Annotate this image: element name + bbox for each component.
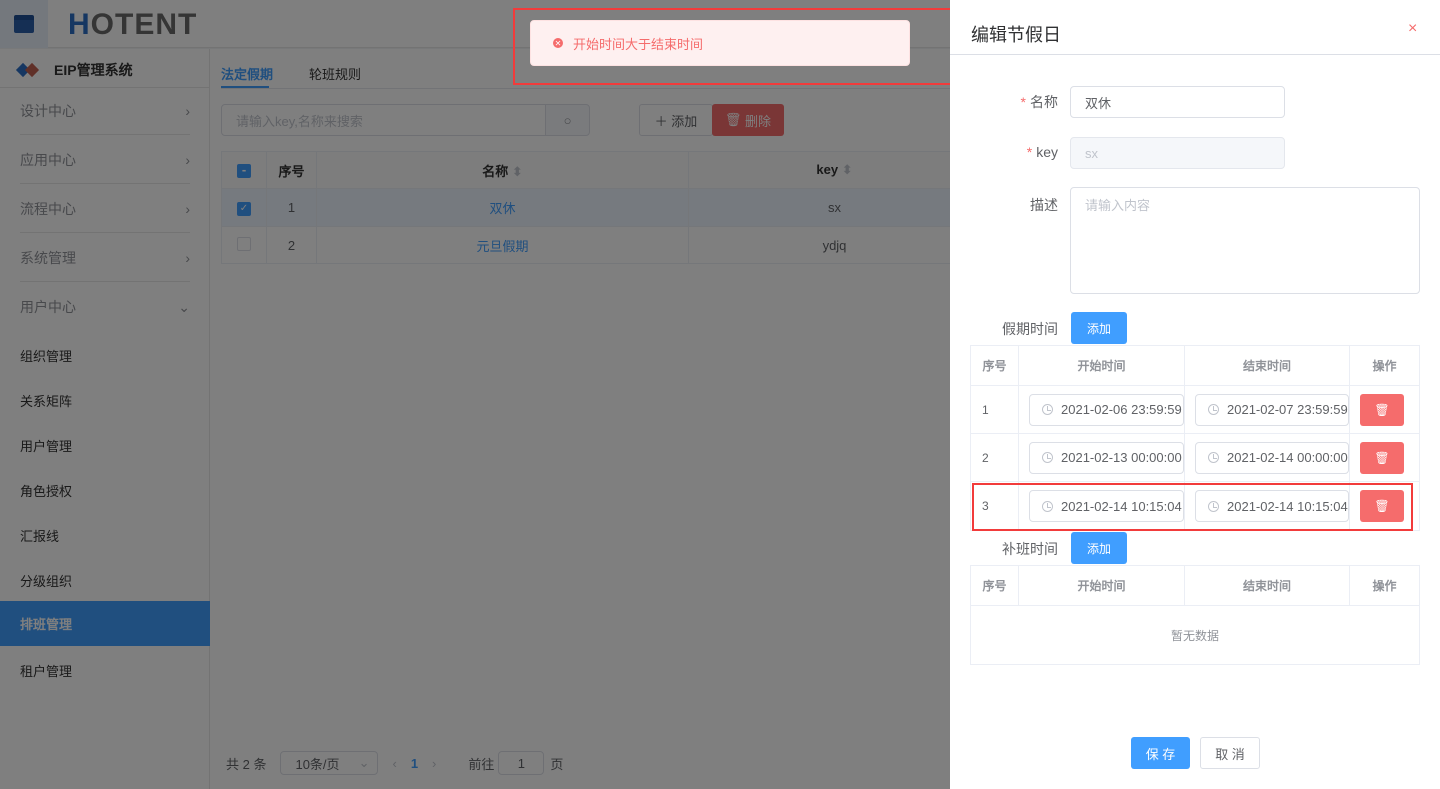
empty-text: 暂无数据 [970,605,1420,665]
workday-time-table: 序号 开始时间 结束时间 操作 暂无数据 [970,565,1420,665]
clock-icon [1042,452,1053,463]
workday-time-label: 补班时间 [1002,541,1058,557]
save-button[interactable]: 保 存 [1131,737,1190,769]
delete-row-button[interactable]: 🗑 [1360,441,1404,474]
end-time-picker[interactable]: 2021-02-07 23:59:59 [1195,393,1349,426]
clock-icon [1042,404,1053,415]
desc-textarea[interactable]: 请输入内容 [1070,187,1420,294]
key-label: * key [1026,144,1058,160]
delete-row-button[interactable]: 🗑 [1360,393,1404,426]
cancel-button[interactable]: 取 消 [1200,737,1260,769]
name-label: * 名称 [1020,94,1058,110]
start-time-picker[interactable]: 2021-02-13 00:00:00 [1029,441,1184,474]
add-holiday-button[interactable]: 添加 [1071,312,1127,344]
holiday-time-label: 假期时间 [1002,321,1058,337]
close-icon[interactable]: × [1408,20,1417,38]
highlight-box [513,8,956,85]
highlight-box [972,483,1413,531]
end-time-picker[interactable]: 2021-02-14 00:00:00 [1195,441,1349,474]
trash-icon: 🗑 [1374,402,1390,417]
trash-icon: 🗑 [1374,450,1390,465]
key-input: sx [1070,137,1285,169]
start-time-picker[interactable]: 2021-02-06 23:59:59 [1029,393,1184,426]
edit-holiday-drawer: 编辑节假日 × * 名称 双休 * key sx 描述 请输入内容 假期时间 添加 … [950,0,1440,789]
name-input[interactable]: 双休 [1070,86,1285,118]
add-workday-button[interactable]: 添加 [1071,532,1127,564]
desc-label: 描述 [1030,197,1058,213]
clock-icon [1208,452,1219,463]
drawer-title: 编辑节假日 [971,25,1061,45]
clock-icon [1208,404,1219,415]
holiday-row: 2 2021-02-13 00:00:00 2021-02-14 00:00:0… [970,433,1420,482]
holiday-row: 1 2021-02-06 23:59:59 2021-02-07 23:59:5… [970,385,1420,434]
